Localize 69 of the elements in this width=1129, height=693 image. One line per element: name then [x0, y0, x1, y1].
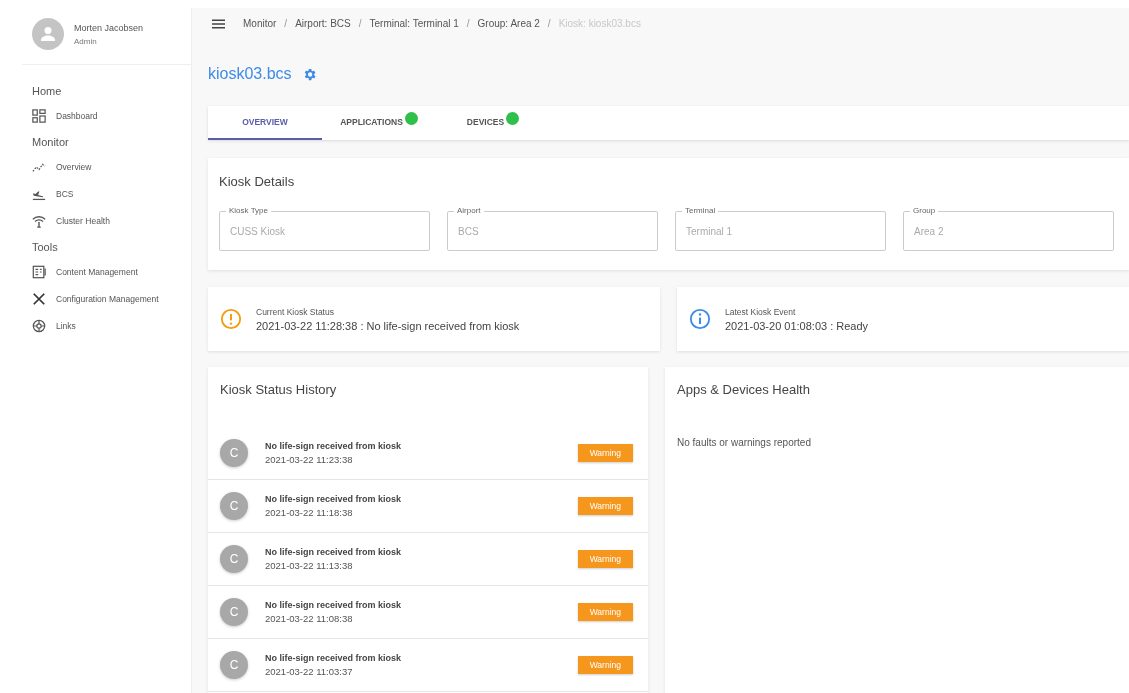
- menu-icon[interactable]: [212, 18, 225, 29]
- nav-item[interactable]: Dashboard: [22, 103, 191, 130]
- tab[interactable]: OVERVIEW: [208, 106, 322, 140]
- avatar: C: [220, 598, 248, 626]
- event-time: 2021-03-22 11:18:38: [265, 507, 354, 518]
- avatar-icon: [32, 18, 64, 50]
- event-time: 2021-03-22 11:08:38: [265, 613, 354, 624]
- warning-badge: Warning: [577, 656, 633, 674]
- tab[interactable]: APPLICATIONS: [322, 106, 436, 140]
- breadcrumb-separator: /: [466, 18, 470, 29]
- status-text: 2021-03-20 01:08:03 : Ready: [725, 319, 869, 332]
- warning-icon: [220, 308, 242, 330]
- user-name: Morten Jacobsen: [74, 22, 144, 33]
- warning-badge: Warning: [577, 603, 633, 621]
- lifebuoy-icon: [32, 319, 46, 333]
- avatar: C: [220, 651, 248, 679]
- breadcrumb-link[interactable]: Airport: BCS: [295, 18, 351, 29]
- event-time: 2021-03-22 11:13:38: [265, 560, 354, 571]
- page-title: kiosk03.bcs: [208, 65, 292, 83]
- nav-item[interactable]: Content Management: [22, 259, 191, 286]
- panel-icon: [32, 265, 46, 279]
- warning-badge: Warning: [577, 444, 633, 462]
- field-label: Terminal: [682, 206, 719, 215]
- field-value: Area 2: [914, 225, 944, 237]
- event-message: No life-sign received from kiosk: [265, 653, 403, 663]
- field-label: Kiosk Type: [226, 206, 271, 215]
- field-value: CUSS Kiosk: [230, 225, 285, 237]
- breadcrumb-link[interactable]: Terminal: Terminal 1: [369, 18, 459, 29]
- status-text: 2021-03-22 11:28:38 : No life-sign received from kiosk: [256, 319, 520, 332]
- event-message: No life-sign received from kiosk: [265, 547, 403, 557]
- card-title: Kiosk Details: [219, 174, 296, 189]
- section-heading: Home: [31, 84, 63, 99]
- event-time: 2021-03-22 11:23:38: [265, 454, 354, 465]
- nav-item[interactable]: Cluster Health: [22, 208, 191, 235]
- status-label: Current Kiosk Status: [256, 306, 335, 317]
- status-label: Latest Kiosk Event: [725, 306, 797, 317]
- nav-item[interactable]: Overview: [22, 154, 191, 181]
- card-title: Kiosk Status History: [219, 382, 338, 397]
- breadcrumb-link[interactable]: Group: Area 2: [477, 18, 540, 29]
- event-message: No life-sign received from kiosk: [265, 441, 403, 451]
- warning-badge: Warning: [577, 550, 633, 568]
- health-message: No faults or warnings reported: [677, 437, 812, 448]
- avatar: C: [220, 439, 248, 467]
- nav-item[interactable]: Configuration Management: [22, 286, 191, 313]
- field-label: Group: [910, 206, 939, 215]
- breadcrumb-separator: /: [547, 18, 551, 29]
- grid-icon: [32, 109, 46, 123]
- breadcrumb-link[interactable]: Monitor: [243, 18, 277, 29]
- event-time: 2021-03-22 11:03:37: [265, 666, 354, 677]
- field-value: Terminal 1: [686, 225, 733, 237]
- section-heading: Tools: [31, 240, 59, 255]
- info-icon: [689, 308, 711, 330]
- event-message: No life-sign received from kiosk: [265, 494, 403, 504]
- avatar: C: [220, 492, 248, 520]
- avatar: C: [220, 545, 248, 573]
- breadcrumb-separator: /: [358, 18, 362, 29]
- field-value: BCS: [458, 225, 479, 237]
- nav-item[interactable]: Links: [22, 313, 191, 340]
- field-label: Airport: [454, 206, 484, 215]
- tools-icon: [32, 292, 46, 306]
- card-title: Apps & Devices Health: [677, 382, 811, 397]
- user-role: Admin: [74, 36, 98, 46]
- tab[interactable]: DEVICES: [436, 106, 550, 140]
- event-message: No life-sign received from kiosk: [265, 600, 403, 610]
- warning-badge: Warning: [577, 497, 633, 515]
- section-heading: Monitor: [31, 135, 70, 150]
- breadcrumb-separator: /: [284, 18, 288, 29]
- nav-item[interactable]: BCS: [22, 181, 191, 208]
- wifi-icon: [32, 214, 46, 228]
